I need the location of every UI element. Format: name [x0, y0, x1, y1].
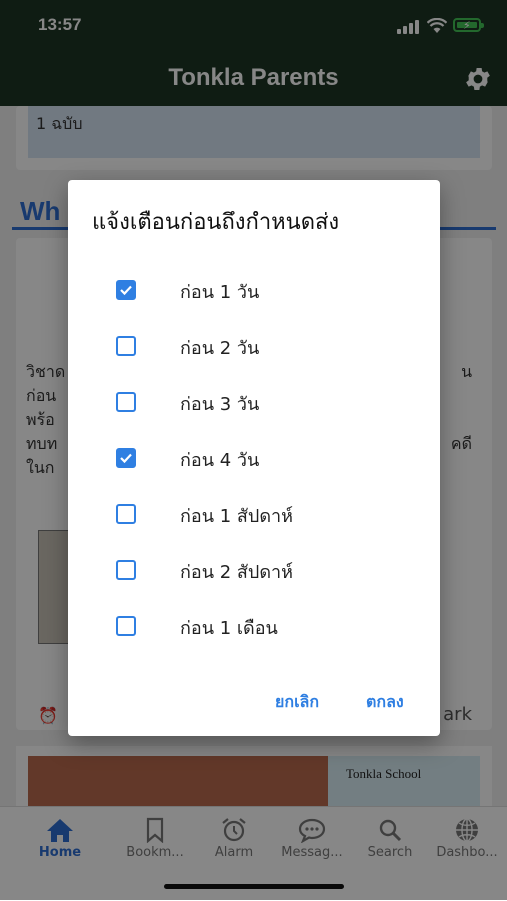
option-label: ก่อน 1 เดือน — [180, 618, 278, 639]
option-label: ก่อน 1 วัน — [180, 282, 260, 303]
checkbox-unchecked-icon[interactable] — [116, 504, 136, 524]
option-2-weeks[interactable]: ก่อน 2 สัปดาห์ — [68, 552, 440, 608]
option-label: ก่อน 4 วัน — [180, 450, 260, 471]
checkbox-unchecked-icon[interactable] — [116, 616, 136, 636]
option-label: ก่อน 2 วัน — [180, 338, 260, 359]
checkbox-checked-icon[interactable] — [116, 448, 136, 468]
option-1-week[interactable]: ก่อน 1 สัปดาห์ — [68, 496, 440, 552]
cancel-button[interactable]: ยกเลิก — [275, 690, 319, 715]
checkbox-unchecked-icon[interactable] — [116, 336, 136, 356]
checkbox-unchecked-icon[interactable] — [116, 392, 136, 412]
option-1-month[interactable]: ก่อน 1 เดือน — [68, 608, 440, 664]
checkbox-checked-icon[interactable] — [116, 280, 136, 300]
option-4-days[interactable]: ก่อน 4 วัน — [68, 440, 440, 496]
option-2-days[interactable]: ก่อน 2 วัน — [68, 328, 440, 384]
option-label: ก่อน 1 สัปดาห์ — [180, 506, 293, 527]
reminder-dialog: แจ้งเตือนก่อนถึงกำหนดส่ง ก่อน 1 วัน ก่อน… — [68, 180, 440, 736]
ok-button[interactable]: ตกลง — [366, 690, 404, 715]
option-3-days[interactable]: ก่อน 3 วัน — [68, 384, 440, 440]
option-label: ก่อน 2 สัปดาห์ — [180, 562, 293, 583]
checkbox-unchecked-icon[interactable] — [116, 560, 136, 580]
dialog-title: แจ้งเตือนก่อนถึงกำหนดส่ง — [92, 210, 340, 235]
option-1-day[interactable]: ก่อน 1 วัน — [68, 272, 440, 328]
option-label: ก่อน 3 วัน — [180, 394, 260, 415]
